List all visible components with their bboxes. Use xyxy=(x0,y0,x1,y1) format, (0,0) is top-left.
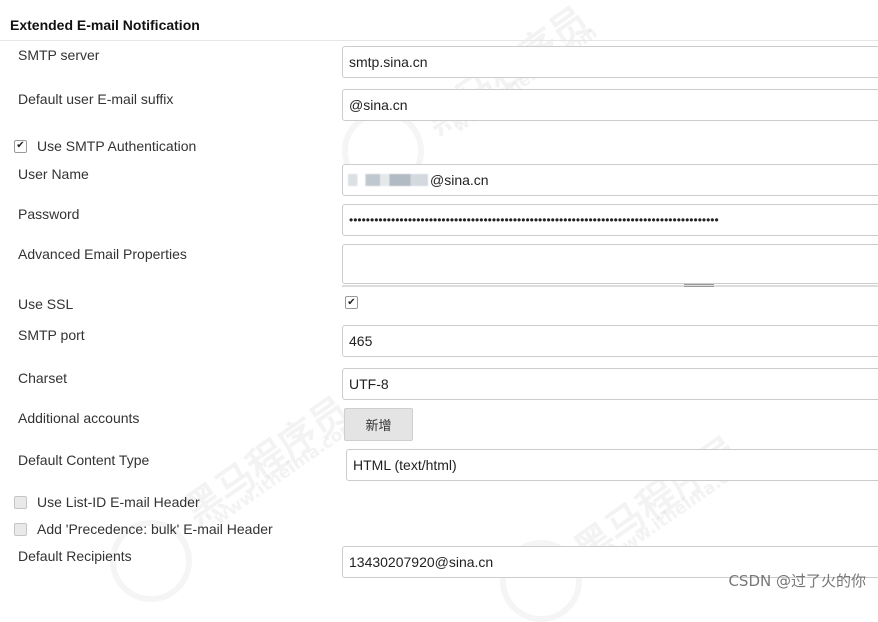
section-title: Extended E-mail Notification xyxy=(10,17,200,33)
use-smtp-auth-row: ✔ Use SMTP Authentication xyxy=(14,138,196,154)
content-type-select[interactable]: HTML (text/html) xyxy=(346,449,878,481)
precedence-header-row: Add 'Precedence: bulk' E-mail Header xyxy=(14,521,273,537)
textarea-resize-handle[interactable] xyxy=(684,284,714,287)
textarea-bottom-edge xyxy=(342,285,878,287)
additional-accounts-label: Additional accounts xyxy=(18,410,140,426)
list-id-header-label: Use List-ID E-mail Header xyxy=(37,494,200,510)
smtp-port-input[interactable] xyxy=(342,325,878,357)
user-name-label: User Name xyxy=(18,166,89,182)
precedence-header-checkbox[interactable] xyxy=(14,522,27,536)
use-smtp-auth-checkbox[interactable]: ✔ xyxy=(14,139,27,153)
content-type-label: Default Content Type xyxy=(18,452,150,468)
charset-label: Charset xyxy=(18,370,68,386)
precedence-header-label: Add 'Precedence: bulk' E-mail Header xyxy=(37,521,273,537)
section-divider xyxy=(0,40,878,41)
user-name-input[interactable] xyxy=(342,164,878,196)
content-type-value: HTML (text/html) xyxy=(353,457,457,473)
list-id-header-row: Use List-ID E-mail Header xyxy=(14,494,200,510)
charset-input[interactable] xyxy=(342,368,878,400)
email-suffix-input[interactable] xyxy=(342,89,878,121)
use-ssl-label: Use SSL xyxy=(18,296,74,312)
use-ssl-checkbox[interactable]: ✔ xyxy=(345,296,358,309)
password-input[interactable] xyxy=(342,204,878,236)
password-label: Password xyxy=(18,206,80,222)
csdn-credit: CSDN @过了火的你 xyxy=(728,572,866,590)
watermark-brand-2: 黑马程序员 xyxy=(176,387,358,533)
list-id-header-checkbox[interactable] xyxy=(14,495,27,509)
smtp-server-input[interactable] xyxy=(342,46,878,78)
smtp-server-label: SMTP server xyxy=(18,47,100,63)
use-smtp-auth-label: Use SMTP Authentication xyxy=(37,138,197,154)
default-recipients-label: Default Recipients xyxy=(18,548,132,564)
advanced-properties-textarea[interactable] xyxy=(342,244,878,284)
add-account-button[interactable]: 新增 xyxy=(344,408,413,441)
watermark-site-2: www.itheima.com xyxy=(209,414,362,530)
email-suffix-label: Default user E-mail suffix xyxy=(18,91,174,107)
smtp-port-label: SMTP port xyxy=(18,327,85,343)
advanced-properties-label: Advanced Email Properties xyxy=(18,246,187,262)
